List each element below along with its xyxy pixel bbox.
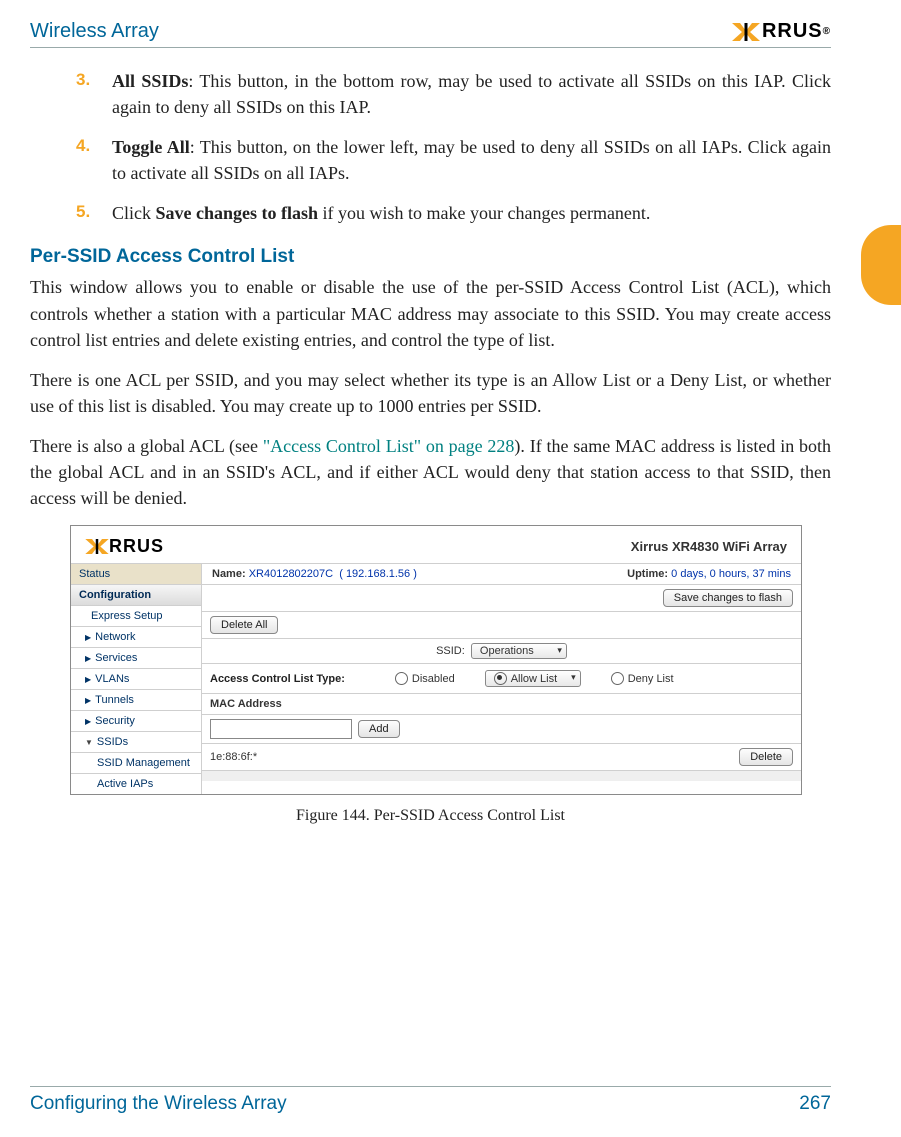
sidebar-vlans[interactable]: ▶VLANs bbox=[71, 668, 201, 689]
step-list: All SSIDs: This button, in the bottom ro… bbox=[76, 68, 831, 226]
radio-disabled[interactable]: Disabled bbox=[395, 672, 455, 685]
sidebar-security[interactable]: ▶Security bbox=[71, 710, 201, 731]
sidebar-configuration[interactable]: Configuration bbox=[71, 584, 201, 605]
paragraph-3: There is also a global ACL (see "Access … bbox=[30, 433, 831, 511]
mac-address-input[interactable] bbox=[210, 719, 352, 739]
add-button[interactable]: Add bbox=[358, 720, 400, 738]
sidebar-active-iaps[interactable]: Active IAPs bbox=[71, 773, 201, 794]
figure-screenshot: RRUS Xirrus XR4830 WiFi Array Status Con… bbox=[70, 525, 802, 795]
chevron-down-icon: ▼ bbox=[85, 738, 93, 747]
figure-product: Xirrus XR4830 WiFi Array bbox=[631, 539, 787, 554]
save-changes-button[interactable]: Save changes to flash bbox=[663, 589, 793, 607]
section-heading: Per-SSID Access Control List bbox=[30, 246, 831, 268]
radio-deny-list[interactable]: Deny List bbox=[611, 672, 674, 685]
chevron-right-icon: ▶ bbox=[85, 654, 91, 663]
page-header: Wireless Array RRUS® bbox=[30, 20, 831, 48]
header-title: Wireless Array bbox=[30, 20, 159, 43]
xref-acl[interactable]: "Access Control List" on page 228 bbox=[263, 436, 515, 456]
uptime-field: Uptime: 0 days, 0 hours, 37 mins bbox=[627, 568, 791, 580]
delete-all-button[interactable]: Delete All bbox=[210, 616, 278, 634]
sidebar-network[interactable]: ▶Network bbox=[71, 626, 201, 647]
ssid-select[interactable]: Operations bbox=[471, 643, 567, 659]
chevron-right-icon: ▶ bbox=[85, 696, 91, 705]
sidebar-services[interactable]: ▶Services bbox=[71, 647, 201, 668]
sidebar-ssid-management[interactable]: SSID Management bbox=[71, 752, 201, 773]
acl-entry: 1e:88:6f:* bbox=[210, 751, 257, 763]
figure-caption: Figure 144. Per-SSID Access Control List bbox=[30, 807, 831, 825]
sidebar-ssids[interactable]: ▼SSIDs bbox=[71, 731, 201, 752]
figure-sidebar: Status Configuration Express Setup ▶Netw… bbox=[71, 563, 201, 794]
chevron-right-icon: ▶ bbox=[85, 633, 91, 642]
edge-tab bbox=[861, 225, 901, 305]
step-4: Toggle All: This button, on the lower le… bbox=[76, 134, 831, 186]
ssid-select-row: SSID: Operations bbox=[202, 638, 801, 663]
mac-address-header: MAC Address bbox=[202, 693, 801, 714]
figure-footer-strip bbox=[202, 770, 801, 781]
sidebar-status[interactable]: Status bbox=[71, 563, 201, 584]
step-3: All SSIDs: This button, in the bottom ro… bbox=[76, 68, 831, 120]
name-field: Name: XR4012802207C ( 192.168.1.56 ) bbox=[212, 568, 417, 580]
acl-type-row: Access Control List Type: Disabled Allow… bbox=[202, 663, 801, 693]
footer-page-number: 267 bbox=[799, 1093, 831, 1115]
paragraph-1: This window allows you to enable or disa… bbox=[30, 274, 831, 352]
chevron-right-icon: ▶ bbox=[85, 675, 91, 684]
delete-button[interactable]: Delete bbox=[739, 748, 793, 766]
paragraph-2: There is one ACL per SSID, and you may s… bbox=[30, 367, 831, 419]
step-5: Click Save changes to flash if you wish … bbox=[76, 200, 831, 226]
footer-section: Configuring the Wireless Array bbox=[30, 1093, 287, 1115]
figure-main: Name: XR4012802207C ( 192.168.1.56 ) Upt… bbox=[201, 563, 801, 794]
sidebar-express-setup[interactable]: Express Setup bbox=[71, 605, 201, 626]
page-footer: Configuring the Wireless Array 267 bbox=[30, 1086, 831, 1115]
radio-allow-list[interactable]: Allow List bbox=[485, 670, 581, 687]
chevron-right-icon: ▶ bbox=[85, 717, 91, 726]
sidebar-tunnels[interactable]: ▶Tunnels bbox=[71, 689, 201, 710]
figure-logo: RRUS bbox=[85, 536, 164, 557]
brand-logo: RRUS® bbox=[732, 20, 831, 43]
